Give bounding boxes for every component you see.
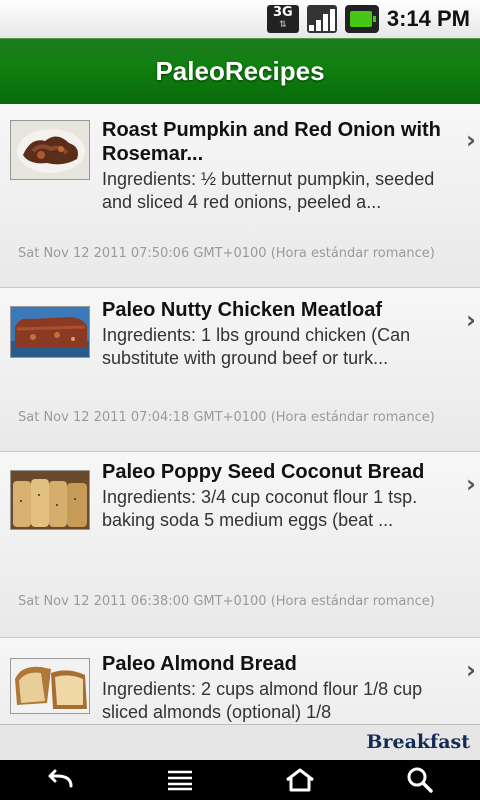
network-3g-icon: 3G ⇅ xyxy=(266,5,299,33)
app-title-bar: PaleoRecipes xyxy=(0,38,480,104)
clock: 3:14 PM xyxy=(386,6,470,31)
app-title: PaleoRecipes xyxy=(155,56,325,86)
list-item[interactable]: Roast Pumpkin and Red Onion with Rosemar… xyxy=(0,104,480,288)
network-label: 3G xyxy=(272,5,293,20)
chevron-right-icon: › xyxy=(466,470,476,498)
recipe-thumbnail xyxy=(10,120,90,180)
list-item[interactable]: Paleo Nutty Chicken Meatloaf Ingredients… xyxy=(0,288,480,452)
recipe-title: Roast Pumpkin and Red Onion with Rosemar… xyxy=(102,119,441,165)
back-arrow-icon[interactable] xyxy=(30,762,90,798)
recipe-date: Sat Nov 12 2011 07:50:06 GMT+0100 (Hora … xyxy=(18,246,435,261)
signal-icon xyxy=(306,5,337,33)
recipe-ingredients: Ingredients: ½ butternut pumpkin, seeded… xyxy=(102,169,435,212)
recipe-ingredients: Ingredients: 2 cups almond flour 1/8 cup… xyxy=(102,679,423,722)
menu-icon[interactable] xyxy=(150,762,210,798)
recipe-list[interactable]: Roast Pumpkin and Red Onion with Rosemar… xyxy=(0,104,480,724)
recipe-title: Paleo Poppy Seed Coconut Bread xyxy=(102,461,425,483)
search-icon[interactable] xyxy=(390,762,450,798)
recipe-date: Sat Nov 12 2011 06:38:00 GMT+0100 (Hora … xyxy=(18,594,435,609)
chevron-right-icon: › xyxy=(466,306,476,334)
list-item[interactable]: Paleo Poppy Seed Coconut Bread Ingredien… xyxy=(0,452,480,638)
home-icon[interactable] xyxy=(270,762,330,798)
recipe-title: Paleo Nutty Chicken Meatloaf xyxy=(102,299,383,321)
recipe-date: Sat Nov 12 2011 07:04:18 GMT+0100 (Hora … xyxy=(18,410,435,425)
category-label[interactable]: Breakfast xyxy=(366,731,470,753)
recipe-thumbnail xyxy=(10,470,90,530)
recipe-ingredients: Ingredients: 3/4 cup coconut flour 1 tsp… xyxy=(102,487,418,530)
list-item[interactable]: Paleo Almond Bread Ingredients: 2 cups a… xyxy=(0,638,480,724)
navigation-bar xyxy=(0,760,480,800)
recipe-ingredients: Ingredients: 1 lbs ground chicken (Can s… xyxy=(102,325,411,368)
recipe-title: Paleo Almond Bread xyxy=(102,653,297,675)
recipe-thumbnail xyxy=(10,306,90,358)
battery-icon xyxy=(344,5,379,33)
chevron-right-icon: › xyxy=(466,656,476,684)
status-bar: 3G ⇅ 3:14 PM xyxy=(0,0,480,38)
recipe-thumbnail xyxy=(10,658,90,714)
category-tab[interactable]: Breakfast xyxy=(0,724,480,760)
chevron-right-icon: › xyxy=(466,126,476,154)
